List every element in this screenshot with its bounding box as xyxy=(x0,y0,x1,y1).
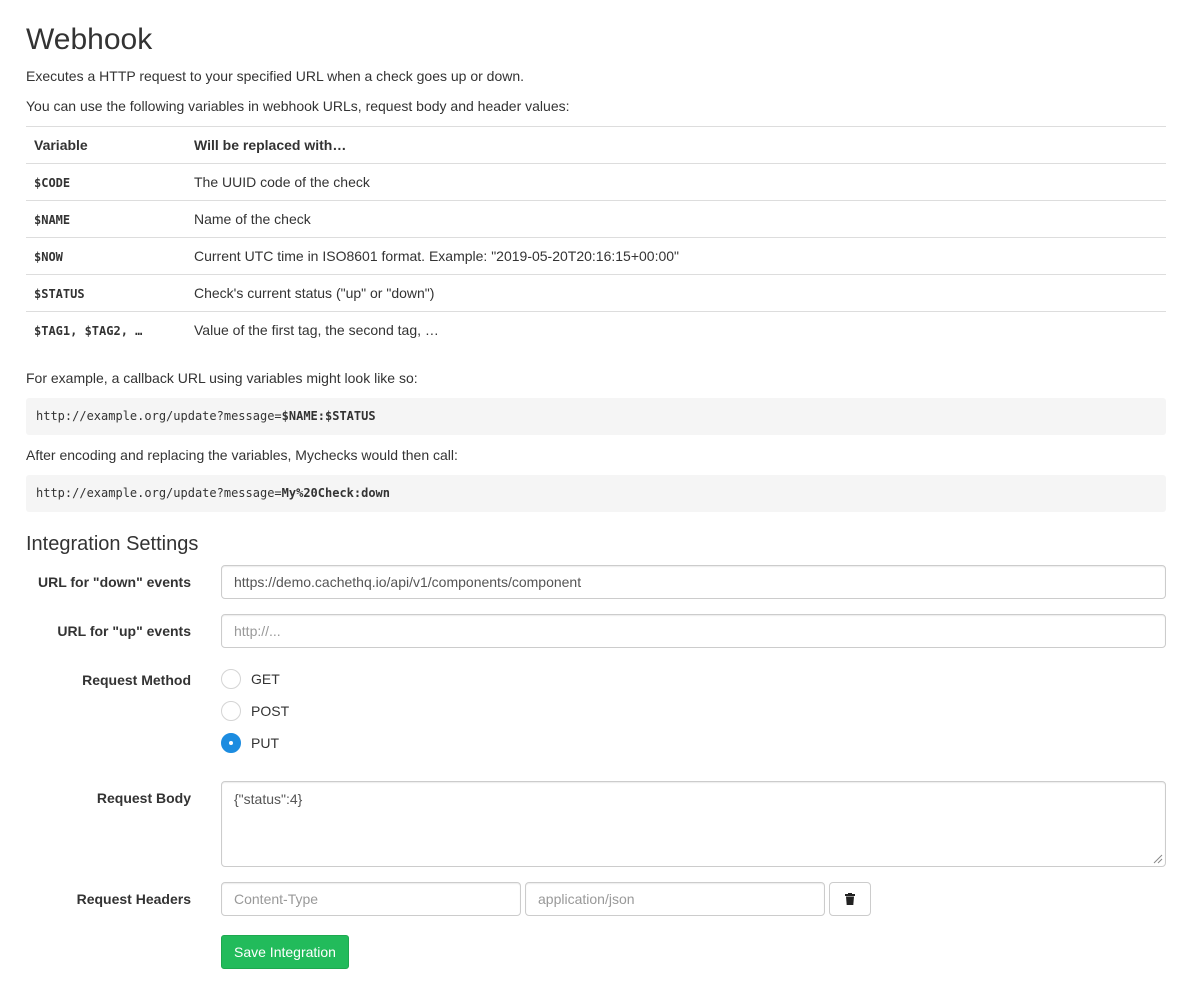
variables-intro: You can use the following variables in w… xyxy=(26,98,570,114)
table-row: $CODE The UUID code of the check xyxy=(26,163,1166,201)
table-header-row: Variable Will be replaced with… xyxy=(26,126,1166,164)
page-title: Webhook xyxy=(26,23,153,56)
delete-header-button[interactable] xyxy=(829,882,871,916)
column-header-variable: Variable xyxy=(26,126,186,164)
radio-circle[interactable] xyxy=(221,701,241,721)
radio-circle[interactable] xyxy=(221,669,241,689)
example-url-code: http://example.org/update?message=$NAME:… xyxy=(26,398,1166,435)
variable-code: $STATUS xyxy=(34,287,85,301)
header-value-input[interactable] xyxy=(525,882,825,916)
example-url-vars: $NAME:$STATUS xyxy=(281,409,376,423)
variable-description: Current UTC time in ISO8601 format. Exam… xyxy=(186,237,1166,275)
request-headers-label: Request Headers xyxy=(76,891,191,907)
example-intro: For example, a callback URL using variab… xyxy=(26,370,418,386)
variable-code: $CODE xyxy=(34,176,71,190)
request-body-textarea[interactable]: {"status":4} xyxy=(221,781,1166,867)
request-body-label: Request Body xyxy=(96,790,191,806)
request-method-label: Request Method xyxy=(82,672,191,688)
page-intro: Executes a HTTP request to your specifie… xyxy=(26,68,525,84)
resize-grip-icon[interactable] xyxy=(1153,854,1163,864)
save-integration-button[interactable]: Save Integration xyxy=(221,935,349,969)
variable-code: $TAG1, $TAG2, … xyxy=(34,324,143,339)
request-body-value: {"status":4} xyxy=(234,791,303,807)
table-row: $NAME Name of the check xyxy=(26,200,1166,238)
url-down-input[interactable] xyxy=(221,565,1166,599)
radio-circle-checked[interactable] xyxy=(221,733,241,753)
example-url-prefix: http://example.org/update?message= xyxy=(36,409,282,423)
variable-description: Name of the check xyxy=(186,200,1166,238)
variable-description: Check's current status ("up" or "down") xyxy=(186,274,1166,312)
url-up-label: URL for "up" events xyxy=(57,623,191,639)
variable-code: $NOW xyxy=(34,250,63,264)
table-row: $NOW Current UTC time in ISO8601 format.… xyxy=(26,237,1166,275)
variable-code: $NAME xyxy=(34,213,71,227)
header-name-input[interactable] xyxy=(221,882,521,916)
variables-table: Variable Will be replaced with… $CODE Th… xyxy=(26,126,1166,349)
settings-heading: Integration Settings xyxy=(26,533,199,555)
radio-get-label[interactable]: GET xyxy=(251,670,280,688)
variable-description: The UUID code of the check xyxy=(186,163,1166,201)
table-row: $TAG1, $TAG2, … Value of the first tag, … xyxy=(26,311,1166,349)
example-result-vars: My%20Check:down xyxy=(281,486,391,500)
column-header-replacement: Will be replaced with… xyxy=(186,126,1166,164)
url-down-label: URL for "down" events xyxy=(37,574,191,590)
radio-put-label[interactable]: PUT xyxy=(251,734,279,752)
variable-description: Value of the first tag, the second tag, … xyxy=(186,311,1166,349)
url-up-input[interactable] xyxy=(221,614,1166,648)
example-result-code: http://example.org/update?message=My%20C… xyxy=(26,475,1166,512)
trash-icon xyxy=(845,893,855,905)
radio-post-label[interactable]: POST xyxy=(251,702,289,720)
example-result-prefix: http://example.org/update?message= xyxy=(36,486,282,500)
example-after-text: After encoding and replacing the variabl… xyxy=(26,447,458,463)
table-row: $STATUS Check's current status ("up" or … xyxy=(26,274,1166,312)
